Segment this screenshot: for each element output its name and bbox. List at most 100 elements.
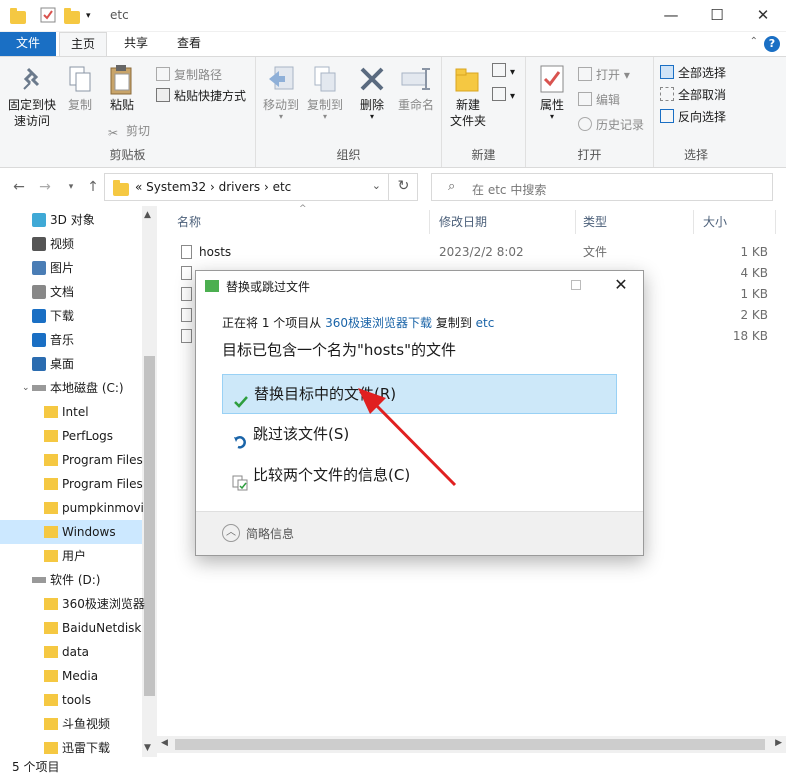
source-folder-link[interactable]: 360极速浏览器下载 <box>325 316 432 330</box>
dialog-title: 替换或跳过文件 <box>226 280 311 294</box>
new-folder-quick-icon[interactable] <box>64 7 82 25</box>
sidebar-item-label: 用户 <box>62 549 87 563</box>
table-row[interactable]: hosts 2023/2/2 8:02 文件 1 KB <box>157 242 786 263</box>
dialog-copy-description: 正在将 1 个项目从 360极速浏览器下载 复制到 etc <box>222 316 495 330</box>
sidebar-item-label: 本地磁盘 (C:) <box>50 381 124 395</box>
navigation-pane: ▲ ▼ 3D 对象 视频 图片 文档 下载 音乐 桌面 ⌄ 本地磁盘 (C:) Intel Perf… <box>0 206 157 757</box>
folder-icon <box>44 598 58 610</box>
back-arrow-icon[interactable]: ← <box>8 176 30 198</box>
title-bar: ▾ etc — ☐ ✕ <box>0 0 786 32</box>
paste-icon <box>106 63 138 95</box>
new-folder-button[interactable]: 新建 文件夹 <box>446 63 490 129</box>
forward-arrow-icon[interactable]: → <box>34 176 56 198</box>
sidebar-item-label: Windows <box>62 525 116 539</box>
folder-icon <box>44 406 58 418</box>
refresh-icon[interactable]: ↻ <box>388 173 418 201</box>
window-title: etc <box>110 8 129 22</box>
copy-button[interactable]: 复制 <box>62 63 98 113</box>
open-button[interactable]: 打开 ▾ <box>578 65 630 85</box>
chevron-up-icon[interactable]: ︿ <box>222 524 240 542</box>
folder-icon <box>44 670 58 682</box>
sidebar-item[interactable]: Windows <box>0 520 142 544</box>
file-icon <box>181 287 192 301</box>
address-dropdown-icon[interactable]: ⌄ <box>372 179 381 192</box>
folder-icon <box>44 526 58 538</box>
address-row: ← → ▾ ↑ « System32 › drivers › etc ⌄ ↻ ⌕… <box>0 168 786 206</box>
column-header-name[interactable]: 名称 <box>177 206 201 238</box>
cut-button[interactable]: ✂ 剪切 <box>108 121 150 141</box>
tab-view[interactable]: 查看 <box>165 32 213 56</box>
status-bar: 5 个项目 <box>0 757 786 779</box>
new-item-icon <box>492 63 506 77</box>
copy-path-button[interactable]: 复制路径 <box>156 65 222 85</box>
skip-file-option[interactable]: 跳过该文件(S) <box>222 415 617 455</box>
address-bar[interactable]: « System32 › drivers › etc ⌄ <box>104 173 418 201</box>
pin-quick-access-button[interactable]: 固定到快 速访问 <box>4 63 60 129</box>
quick-access-dropdown-icon[interactable]: ▾ <box>86 7 104 25</box>
invert-selection-button[interactable]: 反向选择 <box>660 107 726 127</box>
up-arrow-icon[interactable]: ↑ <box>82 176 104 198</box>
maximize-button[interactable]: ☐ <box>694 0 740 32</box>
sidebar-item-label: 桌面 <box>50 357 75 371</box>
dialog-footer: ︿ 简略信息 <box>196 511 643 555</box>
copy-to-button[interactable]: 复制到 ▾ <box>304 63 346 121</box>
3d-objects-icon <box>32 213 46 227</box>
compare-files-option[interactable]: 比较两个文件的信息(C) <box>222 456 617 496</box>
drive-icon <box>32 577 46 583</box>
minimize-button[interactable]: — <box>648 0 694 32</box>
paste-button[interactable]: 粘贴 <box>102 63 142 113</box>
recent-locations-icon[interactable]: ▾ <box>60 176 82 198</box>
folder-icon <box>44 502 58 514</box>
sidebar-item-label: 软件 (D:) <box>50 573 101 587</box>
column-header-type[interactable]: 类型 <box>583 206 607 238</box>
file-size-cell: 1 KB <box>740 245 768 259</box>
search-input[interactable]: ⌕ 在 etc 中搜索 <box>431 173 773 201</box>
horizontal-scrollbar[interactable]: ◀ ▶ <box>157 736 786 753</box>
edit-button[interactable]: 编辑 <box>578 90 620 110</box>
column-header-size[interactable]: 大小 <box>703 206 727 238</box>
column-header-date[interactable]: 修改日期 <box>439 206 487 238</box>
sidebar-item-label: Program Files <box>62 477 143 491</box>
new-item-button[interactable]: ▾ <box>492 63 515 83</box>
expand-chevron-icon[interactable]: ⌄ <box>22 376 30 400</box>
move-to-button[interactable]: 移动到 ▾ <box>260 63 302 121</box>
breadcrumb[interactable]: « System32 › drivers › etc <box>135 180 291 194</box>
copy-dialog-icon <box>205 280 219 292</box>
select-group: 全部选择 全部取消 反向选择 选择 <box>654 57 738 167</box>
paste-shortcut-button[interactable]: 粘贴快捷方式 <box>156 86 246 106</box>
sidebar-item-label: 音乐 <box>50 333 75 347</box>
easy-access-button[interactable]: ▾ <box>492 87 515 107</box>
sidebar-item-label: 360极速浏览器 <box>62 597 145 611</box>
new-group: 新建 文件夹 ▾ ▾ 新建 <box>442 57 526 167</box>
delete-button[interactable]: 删除 ▾ <box>352 63 392 121</box>
copy-to-icon <box>309 63 341 95</box>
properties-quick-icon[interactable] <box>40 7 58 25</box>
tab-home[interactable]: 主页 <box>59 32 107 56</box>
history-button[interactable]: 历史记录 <box>578 115 644 135</box>
close-button[interactable]: ✕ <box>740 0 786 32</box>
fewer-details-link[interactable]: 简略信息 <box>246 525 294 542</box>
select-none-button[interactable]: 全部取消 <box>660 85 726 105</box>
delete-x-icon <box>356 63 388 95</box>
select-all-button[interactable]: 全部选择 <box>660 63 726 83</box>
help-icon[interactable]: ? <box>764 36 780 52</box>
dialog-maximize-button <box>571 280 581 290</box>
properties-button[interactable]: 属性 ▾ <box>532 63 572 121</box>
replace-file-option[interactable]: 替换目标中的文件(R) <box>222 374 617 414</box>
collapse-ribbon-icon[interactable]: ⌃ <box>750 36 758 47</box>
destination-folder-link[interactable]: etc <box>476 316 495 330</box>
tab-share[interactable]: 共享 <box>112 32 160 56</box>
checkmark-icon <box>233 386 249 408</box>
rename-icon <box>400 63 432 95</box>
invert-selection-icon <box>660 109 674 123</box>
drive-icon <box>32 385 46 391</box>
file-size-cell: 2 KB <box>740 308 768 322</box>
rename-button[interactable]: 重命名 <box>394 63 438 113</box>
documents-icon <box>32 285 46 299</box>
new-folder-icon <box>452 63 484 95</box>
organize-group: 移动到 ▾ 复制到 ▾ 删除 ▾ 重命名 组织 <box>256 57 442 167</box>
sidebar-scrollbar[interactable]: ▲ ▼ <box>142 206 157 757</box>
dialog-close-button[interactable]: ✕ <box>599 271 643 301</box>
tab-file[interactable]: 文件 <box>0 32 56 56</box>
desktop-icon <box>32 357 46 371</box>
